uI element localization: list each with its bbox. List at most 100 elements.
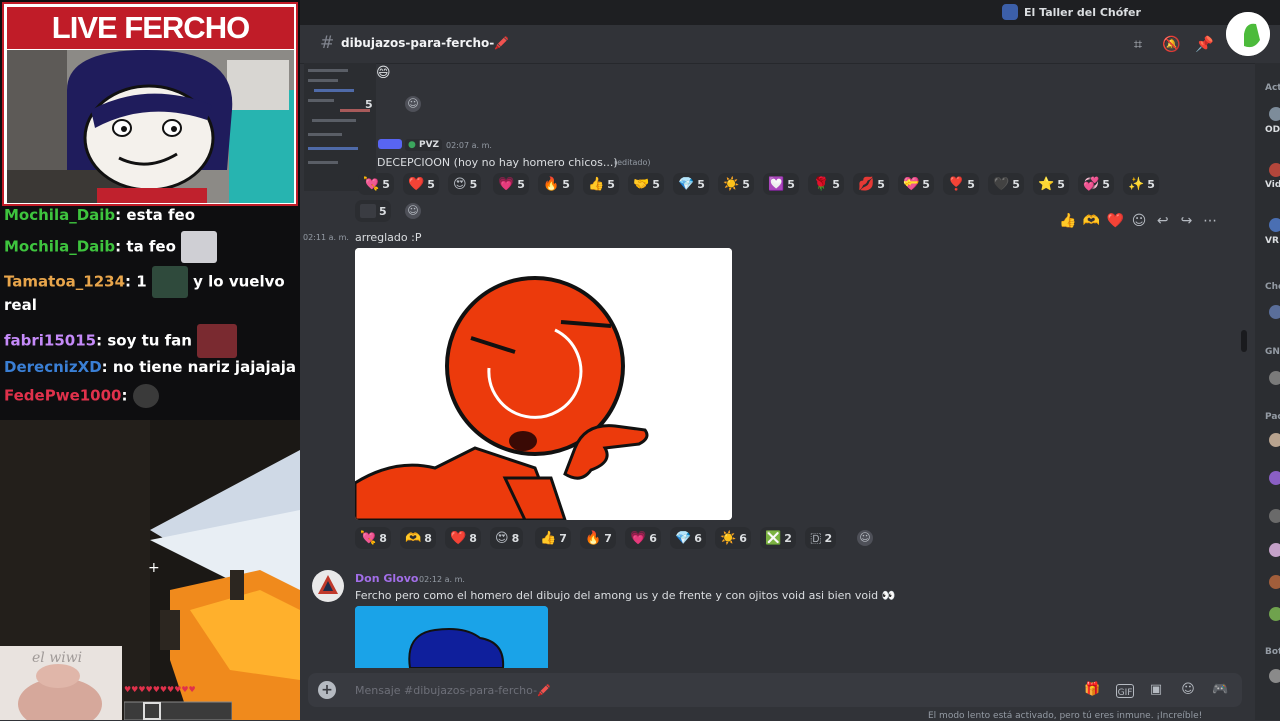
add-reaction-icon[interactable]: ☺ bbox=[405, 96, 421, 112]
chat-text: : bbox=[121, 386, 128, 405]
message-input[interactable]: Mensaje #dibujazos-para-fercho-🖍️ bbox=[355, 684, 551, 697]
reaction-emoji: ✨ bbox=[1128, 176, 1145, 192]
pvz-author-name[interactable] bbox=[378, 139, 402, 149]
reaction-chip[interactable]: ⭐ 5 bbox=[1033, 173, 1069, 195]
member-avatar[interactable] bbox=[1269, 669, 1280, 683]
reaction-emoji: 👍 bbox=[588, 176, 605, 192]
gif-icon[interactable]: GIF bbox=[1116, 684, 1134, 698]
reaction-chip[interactable]: ❤️ 5 bbox=[403, 173, 439, 195]
pinned-messages-icon[interactable]: 📌 bbox=[1195, 35, 1214, 53]
reaction-count: 5 bbox=[562, 177, 570, 191]
reaction-chip[interactable]: ✨ 5 bbox=[1123, 173, 1159, 195]
reaction-chip[interactable]: ❎ 2 bbox=[760, 527, 796, 549]
reaction-chip[interactable]: 🔥 7 bbox=[580, 527, 616, 549]
reaction-chip[interactable]: 💝 5 bbox=[898, 173, 934, 195]
reaction-chip[interactable]: ☀️ 5 bbox=[718, 173, 754, 195]
message-scrollbar[interactable] bbox=[1241, 330, 1247, 352]
reaction-chip[interactable]: 💗 5 bbox=[493, 173, 529, 195]
thumbs-up-quick-react-icon[interactable]: 👍 bbox=[1059, 213, 1077, 229]
drawing-attachment[interactable] bbox=[355, 248, 732, 520]
reaction-emoji: ⭐ bbox=[1038, 176, 1055, 192]
reaction-count: 2 bbox=[824, 531, 833, 545]
reaction-chip[interactable]: ❣️ 5 bbox=[943, 173, 979, 195]
reaction-chip[interactable]: 💎 6 bbox=[670, 527, 706, 549]
member-avatar[interactable] bbox=[1269, 218, 1280, 232]
chat-text: : esta feo bbox=[115, 206, 196, 224]
reaction-chip[interactable]: 💟 5 bbox=[763, 173, 799, 195]
mute-notifications-icon[interactable]: 🔕 bbox=[1162, 35, 1181, 53]
reaction-chip[interactable]: 👍 7 bbox=[535, 527, 571, 549]
add-reaction-icon[interactable]: ☺ bbox=[857, 530, 873, 546]
message-text: Fercho pero como el homero del dibujo de… bbox=[355, 589, 896, 602]
reaction-chip[interactable]: 🖤 5 bbox=[988, 173, 1024, 195]
member-heading: Bot bbox=[1265, 647, 1280, 657]
more-options-icon[interactable]: ⋯ bbox=[1201, 213, 1219, 229]
reply-icon[interactable]: ↩ bbox=[1154, 213, 1172, 229]
member-name[interactable]: VR bbox=[1265, 236, 1279, 246]
add-reaction-icon[interactable]: ☺ bbox=[405, 203, 421, 219]
reaction-emoji: 🤝 bbox=[633, 176, 650, 192]
member-avatar[interactable] bbox=[1269, 575, 1280, 589]
author-avatar[interactable] bbox=[312, 570, 344, 602]
chat-message: Tamatoa_1234: 1 y lo vuelvo bbox=[4, 266, 285, 298]
emoji-icon[interactable]: ☺ bbox=[1180, 682, 1196, 698]
reaction-chip[interactable]: 🇩 2 bbox=[805, 527, 837, 549]
reaction-emoji: ❤️ bbox=[408, 176, 425, 192]
reaction-chip[interactable]: 💘 8 bbox=[355, 527, 391, 549]
reaction-chip[interactable]: 💎 5 bbox=[673, 173, 709, 195]
code-screenshot-image bbox=[304, 63, 376, 191]
reaction-emoji: ❤️ bbox=[450, 530, 467, 546]
reaction-chip[interactable]: 💗 6 bbox=[625, 527, 661, 549]
reaction-chip[interactable]: 😍 5 bbox=[448, 173, 482, 195]
member-avatar[interactable] bbox=[1269, 607, 1280, 621]
member-avatar[interactable] bbox=[1269, 543, 1280, 557]
add-reaction-icon[interactable]: ☺ bbox=[1130, 213, 1148, 229]
reaction-chip[interactable]: 🫶 8 bbox=[400, 527, 436, 549]
member-avatar[interactable] bbox=[1269, 107, 1280, 121]
reaction-chip[interactable]: 🌹 5 bbox=[808, 173, 844, 195]
reaction-emoji: 💞 bbox=[1083, 176, 1100, 192]
reaction-chip[interactable]: 😍 8 bbox=[490, 527, 524, 549]
reaction-chip[interactable]: 5 bbox=[360, 93, 377, 115]
reaction-chip[interactable]: 👍 5 bbox=[583, 173, 619, 195]
gift-icon[interactable]: 🎁 bbox=[1084, 682, 1100, 698]
member-name[interactable]: Vid bbox=[1265, 180, 1280, 190]
threads-icon[interactable]: ⌗ bbox=[1129, 35, 1147, 53]
reaction-chip[interactable]: 💘 5 bbox=[358, 173, 394, 195]
member-avatar[interactable] bbox=[1269, 433, 1280, 447]
heart-quick-react-icon[interactable]: ❤️ bbox=[1106, 213, 1124, 229]
reaction-chip[interactable]: 🤝 5 bbox=[628, 173, 664, 195]
reaction-chip[interactable]: 💞 5 bbox=[1078, 173, 1114, 195]
message-author[interactable]: Don Glovo bbox=[355, 572, 418, 585]
sticker-icon[interactable]: ▣ bbox=[1148, 682, 1164, 698]
previous-attachment-thumbnail[interactable] bbox=[304, 63, 376, 191]
reaction-chip[interactable]: ❤️ 8 bbox=[445, 527, 481, 549]
attach-plus-icon[interactable]: + bbox=[318, 681, 336, 699]
minecraft-hotbar: ♥♥♥♥♥♥♥♥♥♥ bbox=[123, 684, 233, 720]
reaction-count: 6 bbox=[739, 531, 747, 545]
chat-text: : 1 bbox=[125, 272, 147, 291]
chat-text: : no tiene nariz jajajaja bbox=[101, 358, 296, 376]
reaction-count: 5 bbox=[697, 177, 705, 191]
reaction-chip[interactable]: ☀️ 6 bbox=[715, 527, 751, 549]
member-avatar[interactable] bbox=[1269, 509, 1280, 523]
forward-icon[interactable]: ↪ bbox=[1178, 213, 1196, 229]
member-avatar[interactable] bbox=[1269, 305, 1280, 319]
hotbar-image: ♥♥♥♥♥♥♥♥♥♥ bbox=[123, 685, 233, 720]
member-avatar[interactable] bbox=[1269, 371, 1280, 385]
reaction-emoji: ☀️ bbox=[723, 176, 740, 192]
reaction-emoji: 💎 bbox=[678, 176, 695, 192]
reaction-chip[interactable]: 💋 5 bbox=[853, 173, 889, 195]
apps-gamepad-icon[interactable]: 🎮 bbox=[1212, 682, 1228, 698]
reaction-count: 5 bbox=[382, 177, 390, 191]
reaction-chip[interactable]: 5 bbox=[355, 200, 391, 222]
member-name[interactable]: OD bbox=[1265, 125, 1280, 135]
reaction-emoji: 💗 bbox=[630, 530, 647, 546]
heart-hands-quick-react-icon[interactable]: 🫶 bbox=[1083, 213, 1101, 229]
reaction-emoji: 💗 bbox=[498, 176, 515, 192]
member-avatar[interactable] bbox=[1269, 471, 1280, 485]
user-avatar[interactable] bbox=[1226, 12, 1270, 56]
drawing-attachment-2[interactable] bbox=[355, 606, 548, 668]
reaction-chip[interactable]: 🔥 5 bbox=[538, 173, 574, 195]
member-avatar[interactable] bbox=[1269, 163, 1280, 177]
